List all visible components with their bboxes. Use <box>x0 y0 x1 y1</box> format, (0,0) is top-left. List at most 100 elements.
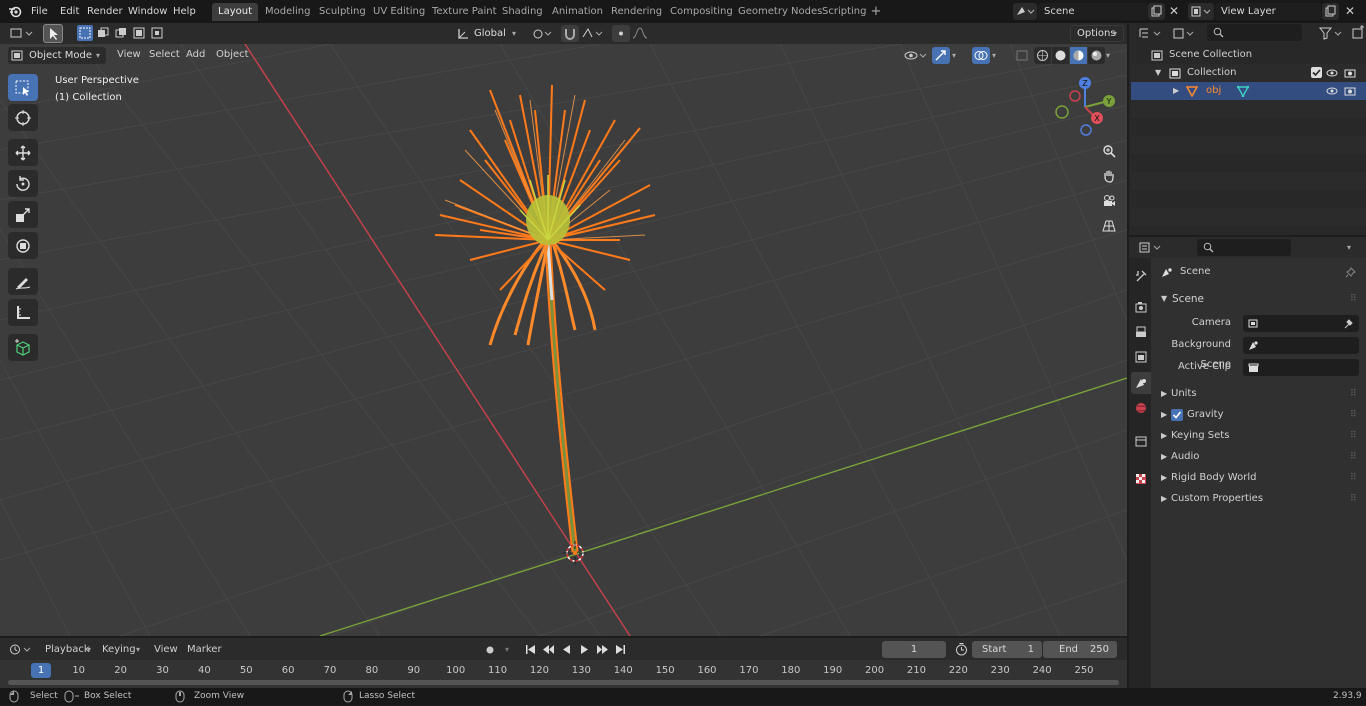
expand-right-icon[interactable]: ▶ <box>1173 82 1179 100</box>
select-subtract-icon[interactable] <box>113 25 129 41</box>
menu-select[interactable]: Select <box>144 46 185 63</box>
scene-selector-icon[interactable] <box>1013 3 1037 20</box>
keying-sets-panel-header[interactable]: ▶ Keying Sets ⠿ <box>1153 426 1366 446</box>
tab-modeling[interactable]: Modeling <box>259 3 317 21</box>
pan-hand-icon[interactable] <box>1098 165 1120 187</box>
chevron-down-icon[interactable]: ▾ <box>1340 239 1358 256</box>
drag-handle-icon[interactable]: ⠿ <box>1350 468 1357 488</box>
duplicate-view-layer-icon[interactable] <box>1322 3 1339 20</box>
render-tab-icon[interactable] <box>1131 296 1151 318</box>
camera-view-icon[interactable] <box>1098 190 1120 212</box>
menu-add[interactable]: Add <box>181 46 210 63</box>
overlays-toggle-icon[interactable] <box>972 47 990 64</box>
prev-keyframe-icon[interactable] <box>540 641 557 658</box>
proportional-editing-icon[interactable] <box>612 25 630 42</box>
menu-render[interactable]: Render <box>83 3 127 20</box>
delete-scene-icon[interactable]: ✕ <box>1167 3 1181 20</box>
options-dropdown[interactable]: Options ▾ <box>1070 25 1124 42</box>
rigid-body-world-panel-header[interactable]: ▶ Rigid Body World ⠿ <box>1153 468 1366 488</box>
navigation-gizmo[interactable]: Z Y X <box>1050 74 1120 140</box>
chevron-down-icon[interactable]: ▾ <box>952 47 966 64</box>
outliner-editor-type-icon[interactable] <box>1137 25 1167 42</box>
expand-down-icon[interactable]: ▼ <box>1155 64 1161 82</box>
drag-handle-icon[interactable]: ⠿ <box>1350 447 1357 467</box>
material-shading-icon[interactable] <box>1070 47 1087 64</box>
view-layer-selector-icon[interactable] <box>1188 3 1214 20</box>
preview-range-icon[interactable] <box>953 641 970 658</box>
display-mode-icon[interactable] <box>1171 25 1199 42</box>
select-invert-icon[interactable] <box>131 25 147 41</box>
active-tool-icon[interactable] <box>43 24 63 43</box>
delete-view-layer-icon[interactable]: ✕ <box>1343 3 1357 20</box>
audio-panel-header[interactable]: ▶ Audio ⠿ <box>1153 447 1366 467</box>
drag-handle-icon[interactable]: ⠿ <box>1350 489 1357 509</box>
zoom-icon[interactable] <box>1098 140 1120 162</box>
units-panel-header[interactable]: ▶ Units ⠿ <box>1153 384 1366 404</box>
play-reverse-icon[interactable] <box>558 641 575 658</box>
measure-tool-icon[interactable] <box>8 299 38 326</box>
view-layer-tab-icon[interactable] <box>1131 346 1151 368</box>
rendered-shading-icon[interactable] <box>1088 47 1105 64</box>
end-frame-field[interactable]: End 250 <box>1043 641 1117 658</box>
outliner-search-input[interactable] <box>1207 24 1302 41</box>
timeline-marker-menu[interactable]: Marker <box>182 641 227 658</box>
perspective-grid-icon[interactable] <box>1098 215 1120 237</box>
properties-editor-type-icon[interactable] <box>1137 239 1167 256</box>
tab-compositing[interactable]: Compositing <box>664 3 739 21</box>
transform-tool-icon[interactable] <box>8 232 38 259</box>
camera-field[interactable] <box>1243 315 1359 332</box>
world-tab-icon[interactable] <box>1131 397 1151 419</box>
tab-scripting[interactable]: Scripting <box>816 3 872 21</box>
xray-toggle-icon[interactable] <box>1013 47 1031 64</box>
move-tool-icon[interactable] <box>8 139 38 166</box>
output-tab-icon[interactable] <box>1131 321 1151 343</box>
menu-file[interactable]: File <box>27 3 52 20</box>
scene-panel-header[interactable]: ▼ Scene ⠿ <box>1153 289 1366 309</box>
view-layer-field[interactable]: View Layer <box>1215 3 1321 20</box>
keying-menu[interactable]: Keying ▾ <box>98 641 146 658</box>
wireframe-shading-icon[interactable] <box>1034 47 1051 64</box>
menu-object[interactable]: Object <box>211 46 254 63</box>
texture-tab-icon[interactable] <box>1131 468 1151 490</box>
tab-rendering[interactable]: Rendering <box>605 3 668 21</box>
blender-logo-icon[interactable] <box>8 4 22 18</box>
pivot-point-icon[interactable] <box>530 25 556 42</box>
drag-handle-icon[interactable]: ⠿ <box>1350 384 1357 404</box>
next-keyframe-icon[interactable] <box>594 641 611 658</box>
select-new-icon[interactable] <box>77 25 93 41</box>
editor-type-icon[interactable] <box>8 25 38 42</box>
chevron-down-icon[interactable]: ▾ <box>1106 47 1120 64</box>
select-box-tool-icon[interactable] <box>8 74 38 101</box>
menu-edit[interactable]: Edit <box>56 3 83 20</box>
drag-handle-icon[interactable]: ⠿ <box>1350 426 1357 446</box>
tab-layout[interactable]: Layout <box>212 3 258 21</box>
outliner-object-obj[interactable]: ▶ obj <box>1131 82 1366 100</box>
visibility-filter-icon[interactable] <box>903 47 929 64</box>
mode-dropdown[interactable]: Object Mode ▾ <box>8 47 106 64</box>
custom-properties-panel-header[interactable]: ▶ Custom Properties ⠿ <box>1153 489 1366 509</box>
proportional-falloff-icon[interactable] <box>630 25 656 42</box>
playback-menu[interactable]: Playback ▾ <box>40 641 96 658</box>
timeline-editor-type-icon[interactable] <box>8 641 36 658</box>
timeline-view-menu[interactable]: View <box>149 641 183 658</box>
gravity-panel-header[interactable]: ▶ Gravity ⠿ <box>1153 405 1366 425</box>
current-frame-field[interactable]: 1 <box>882 641 946 658</box>
transform-orientation-dropdown[interactable]: Global ▾ <box>454 25 524 42</box>
menu-view[interactable]: View <box>112 46 146 63</box>
outliner-collection[interactable]: ▼ Collection <box>1131 64 1366 82</box>
collection-tab-icon[interactable] <box>1131 430 1151 452</box>
3d-viewport[interactable]: Object Mode ▾ View Select Add Object ▾ ▾… <box>0 44 1127 636</box>
solid-shading-icon[interactable] <box>1052 47 1069 64</box>
cursor-tool-icon[interactable] <box>8 104 38 131</box>
add-workspace-icon[interactable]: + <box>869 5 883 19</box>
add-cube-tool-icon[interactable] <box>8 334 38 361</box>
tab-texture-paint[interactable]: Texture Paint <box>426 3 503 21</box>
gravity-checkbox-icon[interactable] <box>1171 409 1183 421</box>
scale-tool-icon[interactable] <box>8 201 38 228</box>
pin-icon[interactable] <box>1345 267 1356 278</box>
snap-toggle-icon[interactable] <box>561 25 579 42</box>
snap-target-icon[interactable] <box>580 25 606 42</box>
scene-tab-icon[interactable] <box>1131 372 1151 394</box>
tool-tab-icon[interactable] <box>1131 265 1151 287</box>
select-intersect-icon[interactable] <box>149 25 165 41</box>
